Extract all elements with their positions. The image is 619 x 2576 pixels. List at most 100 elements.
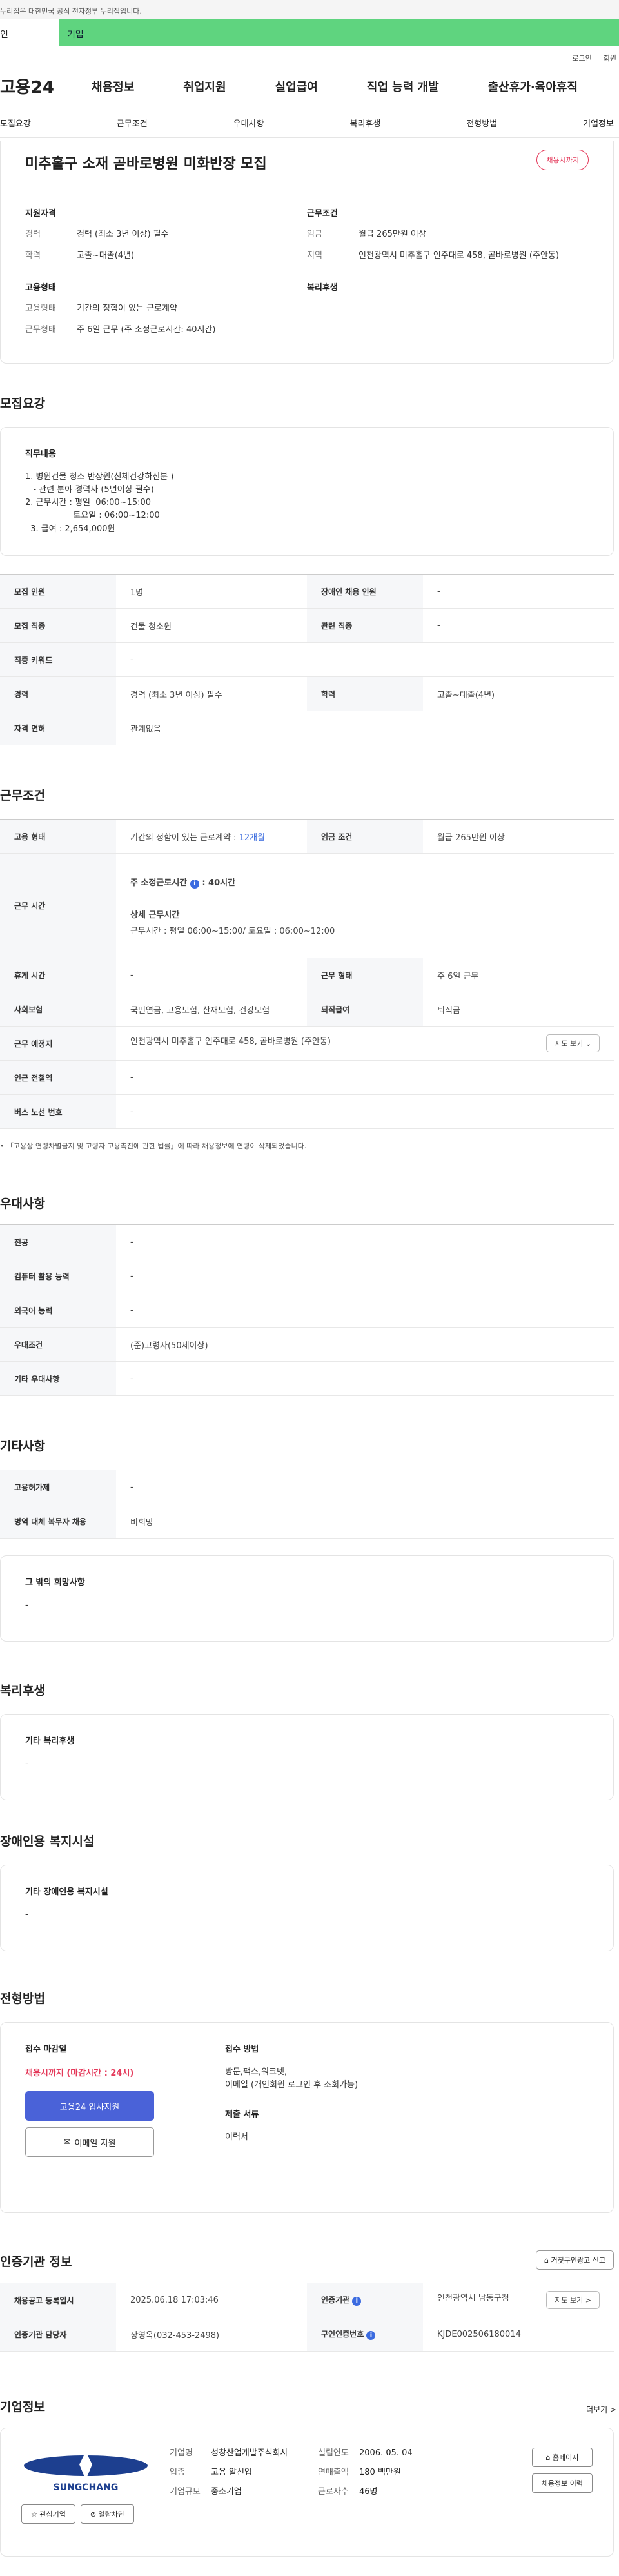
duty-body: 1. 병원건물 청소 반장원(신체건강하신분 ) - 관련 분야 경력자 (5년… <box>25 472 174 534</box>
tab-corp[interactable]: 기업정보 <box>583 117 614 129</box>
detail-hours-label: 상세 근무시간 <box>130 910 180 920</box>
login-link[interactable]: 로그인 <box>572 53 591 64</box>
cell-label: 인증기관 담당자 <box>0 2317 116 2352</box>
tab-recruit[interactable]: 모집요강 <box>0 117 31 129</box>
other-wish-body: - <box>25 1600 28 1610</box>
corp-industry-value: 고용 알선업 <box>211 2468 252 2478</box>
emp-contract-months: 12개월 <box>239 832 266 843</box>
welfare-card-heading: 기타 복리후생 <box>25 1736 75 1746</box>
cell-value: 고졸~대졸(4년) <box>423 676 614 711</box>
cell-label: 구인인증번호 i <box>307 2317 423 2352</box>
cell-label: 기타 우대사항 <box>0 1361 116 1396</box>
career-value: 경력 (최소 3년 이상) 필수 <box>77 230 169 239</box>
emptype-value: 기간의 정함이 있는 근로계약 <box>77 303 177 313</box>
info-icon[interactable]: i <box>352 2297 362 2306</box>
nav-item-employment-support[interactable]: 취업지원 <box>183 78 226 95</box>
nav-item-unemployment[interactable]: 실업급여 <box>275 78 318 95</box>
cell-label: 고용허가제 <box>0 1470 116 1504</box>
map-toggle-button[interactable]: 지도 보기 ⌄ <box>546 1034 600 1052</box>
cell-value: - <box>423 608 614 643</box>
docs-body: 이력서 <box>225 2132 248 2143</box>
corp-logo: SUNGCHANG <box>21 2448 170 2495</box>
disabled-card: 기타 장애인용 복지시설 - <box>0 1865 614 1951</box>
apply-button[interactable]: 고용24 입사지원 <box>25 2091 154 2121</box>
wage-label: 임금 <box>307 230 322 239</box>
table-row: 고용허가제 - <box>0 1470 614 1504</box>
nav-item-parental-leave[interactable]: 출산휴가·육아휴직 <box>488 78 578 95</box>
table-row: 컴퓨터 활용 능력 - <box>0 1259 614 1293</box>
etc-section-title: 기타사항 <box>0 1439 45 1453</box>
corp-logo-mark: SUNGCHANG <box>24 2452 148 2493</box>
auth-links: 로그인 회원 <box>0 46 619 64</box>
cell-label: 휴게 시간 <box>0 958 116 992</box>
gov-notice-text: 누리집은 대한민국 공식 전자정부 누리집입니다. <box>0 7 142 15</box>
corp-sales-value: 180 백만원 <box>359 2468 401 2478</box>
gov-notice-bar: 누리집은 대한민국 공식 전자정부 누리집입니다. <box>0 0 619 19</box>
cell-value: 퇴직금 <box>423 992 614 1027</box>
table-row: 휴게 시간 - 근무 형태 주 6일 근무 <box>0 958 614 992</box>
disabled-card-body: - <box>25 1910 28 1920</box>
table-row: 병역 대체 복무자 채용 비희망 <box>0 1504 614 1539</box>
table-row: 모집 직종 건물 청소원 관련 직종 - <box>0 608 614 643</box>
qual-heading: 지원자격 <box>25 209 56 219</box>
tab-welfare[interactable]: 복리후생 <box>349 117 380 129</box>
table-row: 근무 예정지 인천광역시 미추홀구 인주대로 458, 곧바로병원 (주안동) 지… <box>0 1026 614 1061</box>
cell-label: 컴퓨터 활용 능력 <box>0 1259 116 1293</box>
weekly-hours-label: 주 소정근로시간 <box>130 878 188 888</box>
cell-value: 국민연금, 고용보험, 산재보험, 건강보험 <box>116 992 307 1027</box>
cell-value: - <box>116 1259 614 1293</box>
nav-item-training[interactable]: 직업 능력 개발 <box>367 78 439 95</box>
table-row: 버스 노선 번호 - <box>0 1094 614 1129</box>
email-apply-button[interactable]: ✉ 이메일 지원 <box>25 2127 154 2157</box>
history-button[interactable]: 채용정보 이력 <box>531 2473 593 2493</box>
apply-card: 접수 마감일 채용시까지 (마감시간 : 24시) 고용24 입사지원 ✉ 이메일… <box>0 2022 614 2213</box>
cell-label: 근무 예정지 <box>0 1026 116 1061</box>
age-notice-text: 「고용상 연령차별금지 및 고령자 고용촉진에 관한 법률」에 따라 채용정보에… <box>6 1142 307 1150</box>
table-row: 직종 키워드 - <box>0 642 614 677</box>
recruit-section-title: 모집요강 <box>0 397 45 411</box>
report-button[interactable]: ⌂ 거짓구인광고 신고 <box>536 2250 614 2270</box>
corp-name-label: 기업명 <box>170 2448 193 2458</box>
corp-emp-label: 근로자수 <box>318 2487 349 2497</box>
block-corp-button[interactable]: ⊘ 열람차단 <box>80 2504 135 2524</box>
cell-value: - <box>116 958 307 992</box>
brand-logo[interactable]: 고용24 <box>0 74 54 98</box>
cell-value: 인천광역시 남동구청 지도 보기 > <box>423 2283 614 2317</box>
corp-est-label: 설립연도 <box>318 2448 349 2458</box>
corp-more-link[interactable]: 더보기 > <box>586 2404 616 2415</box>
nav-item-jobs[interactable]: 채용정보 <box>92 78 134 95</box>
career-label: 경력 <box>25 230 41 239</box>
cell-value: (준)고령자(50세이상) <box>116 1327 614 1362</box>
cell-label: 채용공고 등록일시 <box>0 2283 116 2317</box>
agency-link-button[interactable]: 지도 보기 > <box>546 2291 600 2309</box>
area-label: 지역 <box>307 250 322 261</box>
job-title: 미추홀구 소재 곧바로병원 미화반장 모집 <box>25 156 267 172</box>
table-row: 자격 면허 관계없음 <box>0 711 614 745</box>
disabled-card-heading: 기타 장애인용 복지시설 <box>25 1887 108 1897</box>
cell-value: 장영옥(032-453-2498) <box>116 2317 307 2352</box>
info-icon[interactable]: i <box>190 879 199 889</box>
tab-work[interactable]: 근무조건 <box>117 117 148 129</box>
cell-label: 관련 직종 <box>307 608 423 643</box>
email-apply-label: 이메일 지원 <box>74 2138 116 2148</box>
corp-sales-label: 연매출액 <box>318 2468 349 2478</box>
corp-industry-label: 업종 <box>170 2468 185 2478</box>
cell-label: 자격 면허 <box>0 711 116 745</box>
signup-link[interactable]: 회원 <box>604 53 616 64</box>
table-row: 모집 인원 1명 장애인 채용 인원 - <box>0 574 614 609</box>
tab-corporate[interactable]: 기업 <box>59 19 84 46</box>
homepage-button[interactable]: ⌂ 홈페이지 <box>531 2448 593 2467</box>
tab-prefer[interactable]: 우대사항 <box>233 117 264 129</box>
place-value: 인천광역시 미추홀구 인주대로 458, 곧바로병원 (주안동) <box>130 1037 331 1047</box>
info-icon[interactable]: i <box>366 2331 376 2340</box>
corp-emp-value: 46명 <box>359 2487 378 2497</box>
cell-value: - <box>116 1470 614 1504</box>
cell-value: 관계없음 <box>116 711 614 745</box>
tab-individual[interactable]: 인 <box>0 19 59 46</box>
duty-heading: 직무내용 <box>25 449 56 459</box>
cell-label: 장애인 채용 인원 <box>307 574 423 609</box>
deadline-heading: 접수 마감일 <box>25 2045 67 2054</box>
tab-apply[interactable]: 전형방법 <box>466 117 497 129</box>
fav-corp-button[interactable]: ☆ 관심기업 <box>21 2504 75 2524</box>
cell-label: 외국어 능력 <box>0 1293 116 1328</box>
